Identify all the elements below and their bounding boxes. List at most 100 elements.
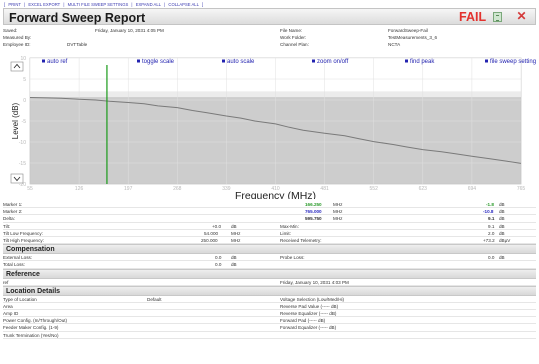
area-row: Area Reverse Pad Value (----- dB) <box>3 303 536 311</box>
external-loss-row: External Loss: 0.0 dB Probe Loss: 0.0 dB <box>3 254 536 262</box>
tilt-high-value: 250.000 <box>201 237 218 243</box>
compensation-title: Compensation <box>6 246 55 254</box>
location-type-value: Default <box>147 296 162 302</box>
chart-button-auto-scale[interactable]: auto scale <box>227 59 255 65</box>
file-name-label: File Name: <box>280 28 303 33</box>
total-loss-unit: dB <box>231 262 237 268</box>
location-title: Location Details <box>6 287 61 295</box>
forward-pad-label: Forward Pad (----- dB) <box>280 318 326 324</box>
reference-section-header[interactable]: Reference <box>3 268 536 279</box>
chart-button-bullet <box>137 59 140 63</box>
area-label: Area <box>3 303 13 309</box>
chart-button-find-peak[interactable]: find peak <box>410 59 435 65</box>
tilt-row: Tilt: +0.0 dB Max-Min: 9.1 dB <box>3 223 536 230</box>
total-loss-label: Total Loss: <box>3 262 25 268</box>
probe-loss-label: Probe Loss: <box>280 255 305 261</box>
x-tick-label: 765 <box>517 186 526 192</box>
marker2-row: Marker 2: 765.000 MHz -10.8 dB <box>3 208 536 216</box>
delta-level: 9.1 <box>488 216 495 222</box>
y-tick-label: 5 <box>23 77 26 83</box>
amp-id-row: Amp ID Reverse Equalizer (----- dB) <box>3 310 536 318</box>
marker2-level-unit: dB <box>499 209 505 215</box>
saved-value: Friday, January 10, 2031 4:05 PM <box>95 28 164 33</box>
location-type-row: Type of Location Default Voltage Selecti… <box>3 296 536 303</box>
probe-loss-value: 0.0 <box>488 255 495 261</box>
excel-icon[interactable] <box>493 12 502 22</box>
marker2-freq-unit: MHz <box>333 209 343 215</box>
location-section-header[interactable]: Location Details <box>3 285 536 296</box>
marker1-row: Marker 1: 166.250 MHz -1.8 dB <box>3 201 536 209</box>
external-loss-value: 0.0 <box>215 255 222 261</box>
print-link[interactable]: PRINT <box>8 2 21 7</box>
max-min-label: Max-Min: <box>280 223 299 229</box>
total-loss-value: 0.0 <box>215 262 222 268</box>
external-loss-unit: dB <box>231 255 237 261</box>
chart-button-file-sweep-settings[interactable]: file sweep settings <box>490 59 536 65</box>
x-tick-label: 197 <box>124 186 133 192</box>
limit-value: 2.0 <box>488 230 495 236</box>
x-tick-label: 268 <box>173 186 182 192</box>
delta-row: Delta: 595.750 MHz 9.1 dB <box>3 215 536 223</box>
marker1-freq: 166.250 <box>305 202 322 207</box>
location-type-label: Type of Location <box>3 296 37 302</box>
employee-id-label: Employee ID: <box>3 42 31 47</box>
tilt-high-label: Tilt High Frequency: <box>3 237 44 243</box>
power-config-label: Power Config. (In/Through/Out) <box>3 318 68 324</box>
x-tick-label: 55 <box>27 186 33 192</box>
power-config-row: Power Config. (In/Through/Out) Forward P… <box>3 317 536 325</box>
excel-export-link[interactable]: EXCEL EXPORT <box>28 2 60 7</box>
saved-label: Saved: <box>3 28 18 33</box>
sweep-chart: 10 5 0 -5 -10 -15 -20 55 126 197 268 339 410 481 552 62… <box>3 52 536 199</box>
chart-button-bullet <box>405 59 408 63</box>
received-telemetry-label: Received Telemetry: <box>280 237 322 243</box>
compensation-section-header[interactable]: Compensation <box>3 244 536 255</box>
x-tick-label: 126 <box>75 186 84 192</box>
delta-label: Delta: <box>3 216 16 222</box>
chart-button-zoom-on-off[interactable]: zoom on/off <box>317 59 349 65</box>
x-tick-label: 694 <box>468 186 477 192</box>
chart-button-toggle-scale[interactable]: toggle scale <box>142 59 175 65</box>
reverse-pad-label: Reverse Pad Value (----- dB) <box>280 303 339 309</box>
measured-by-label: Measured By: <box>3 35 32 40</box>
x-axis-label: Frequency (MHz) <box>235 190 316 199</box>
delta-freq-unit: MHz <box>333 216 343 222</box>
file-name-value: ForwardSweep-Fail <box>388 28 428 33</box>
fail-status-badge: FAIL <box>459 10 487 24</box>
trunk-termination-row: Trunk Termination (Yes/No) <box>3 332 536 339</box>
chart-button-auto-ref[interactable]: auto ref <box>47 59 68 65</box>
chart-button-bullet <box>485 59 488 63</box>
x-tick-label: 481 <box>320 186 329 192</box>
report-title-bar: Forward Sweep Report FAIL ✕ <box>3 8 536 25</box>
external-loss-label: External Loss: <box>3 255 33 261</box>
toolbar-separator: | <box>63 2 65 7</box>
marker1-freq-unit: MHz <box>333 202 343 207</box>
received-telemetry-value: +73.2 <box>483 237 495 243</box>
toolbar-separator: | <box>131 2 133 7</box>
scale-up-button[interactable] <box>10 61 24 72</box>
tilt-value: +0.0 <box>212 223 222 229</box>
toolbar-close-bracket: ] <box>202 2 204 7</box>
marker1-level-unit: dB <box>499 202 505 207</box>
y-tick-label: -15 <box>19 161 26 167</box>
chart-button-bullet <box>42 59 45 63</box>
y-tick-label: 0 <box>23 98 26 104</box>
sweep-chart-svg: 1050-5-10-15-2055 126 197 268 339 410 481 552 62… <box>10 56 536 199</box>
scale-down-button[interactable] <box>10 173 24 184</box>
marker2-freq: 765.000 <box>305 209 322 215</box>
marker1-label: Marker 1: <box>3 202 23 207</box>
reference-title: Reference <box>6 270 40 278</box>
expand-all-link[interactable]: EXPAND ALL <box>136 2 161 7</box>
reverse-equalizer-label: Reverse Equalizer (----- dB) <box>280 311 337 317</box>
channel-plan-label: Channel Plan: <box>280 42 309 47</box>
close-icon[interactable]: ✕ <box>515 10 528 23</box>
measurements-table: Marker 1: 166.250 MHz -1.8 dB Marker 2: … <box>3 201 536 339</box>
collapse-all-link[interactable]: COLLAPSE ALL <box>168 2 199 7</box>
x-tick-label: 623 <box>419 186 428 192</box>
multi-file-sweep-settings-link[interactable]: MULTI FILE SWEEP SETTINGS <box>68 2 129 7</box>
tilt-unit: dB <box>231 223 237 229</box>
feeder-config-row: Feeder Maker Config. (1-9) Forward Equal… <box>3 324 536 332</box>
tilt-low-unit: MHz <box>231 230 241 236</box>
y-tick-label: -10 <box>19 140 26 146</box>
channel-plan-value: NCTA <box>388 42 401 47</box>
tilt-high-row: Tilt High Frequency: 250.000 MHz Receive… <box>3 237 536 245</box>
